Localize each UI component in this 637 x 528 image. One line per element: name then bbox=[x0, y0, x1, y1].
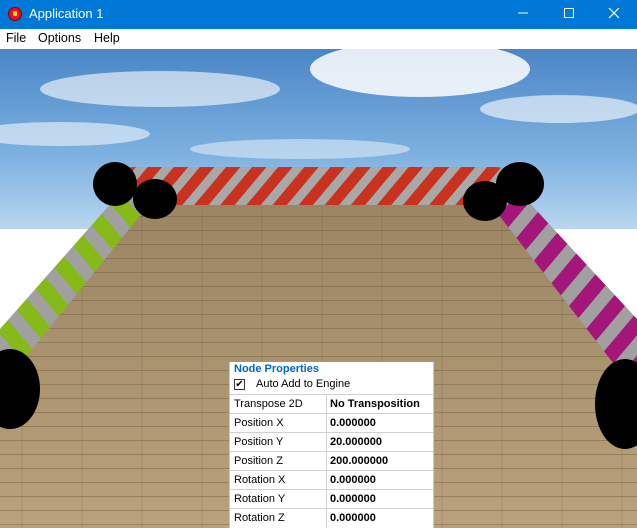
property-value[interactable]: 20.000000 bbox=[330, 436, 382, 448]
maximize-button[interactable] bbox=[546, 0, 592, 29]
node-properties-panel: Node Properties ✔ Auto Add to Engine Tra… bbox=[229, 362, 434, 528]
cloud bbox=[190, 139, 410, 159]
property-row[interactable]: Rotation Y 0.000000 bbox=[230, 489, 433, 509]
property-name: Position X bbox=[234, 417, 284, 429]
row-divider bbox=[326, 471, 327, 490]
property-name: Rotation X bbox=[234, 474, 286, 486]
property-name: Position Z bbox=[234, 455, 283, 467]
close-button[interactable] bbox=[591, 0, 637, 29]
window-title: Application 1 bbox=[29, 6, 104, 21]
property-row[interactable]: Rotation X 0.000000 bbox=[230, 470, 433, 490]
minimize-button[interactable] bbox=[500, 0, 546, 29]
cloud bbox=[40, 71, 280, 107]
auto-add-checkbox[interactable]: ✔ bbox=[234, 379, 245, 390]
row-divider bbox=[326, 414, 327, 433]
close-icon bbox=[608, 7, 620, 19]
minimize-icon bbox=[518, 12, 528, 14]
maximize-icon bbox=[564, 8, 574, 18]
property-value[interactable]: 0.000000 bbox=[330, 512, 376, 524]
row-divider bbox=[326, 433, 327, 452]
property-value[interactable]: 0.000000 bbox=[330, 493, 376, 505]
property-name: Position Y bbox=[234, 436, 284, 448]
menu-file[interactable]: File bbox=[6, 31, 26, 45]
property-name: Rotation Y bbox=[234, 493, 286, 505]
panel-title: Node Properties bbox=[234, 363, 319, 375]
property-row[interactable]: Transpose 2D No Transposition bbox=[230, 394, 433, 414]
app-icon bbox=[8, 7, 22, 21]
corner-joint bbox=[463, 181, 507, 221]
menu-help[interactable]: Help bbox=[94, 31, 120, 45]
auto-add-label: Auto Add to Engine bbox=[256, 378, 351, 390]
property-row[interactable]: Position Z 200.000000 bbox=[230, 451, 433, 471]
menu-bar: File Options Help bbox=[0, 29, 637, 49]
row-divider bbox=[326, 452, 327, 471]
property-row[interactable]: Rotation Z 0.000000 bbox=[230, 508, 433, 528]
property-value[interactable]: 0.000000 bbox=[330, 417, 376, 429]
property-value[interactable]: No Transposition bbox=[330, 398, 420, 410]
row-divider bbox=[326, 395, 327, 414]
property-name: Transpose 2D bbox=[234, 398, 303, 410]
property-name: Rotation Z bbox=[234, 512, 285, 524]
row-divider bbox=[326, 509, 327, 528]
property-row[interactable]: Position Y 20.000000 bbox=[230, 432, 433, 452]
menu-options[interactable]: Options bbox=[38, 31, 81, 45]
corner-joint bbox=[93, 162, 137, 206]
cloud bbox=[480, 95, 637, 123]
property-row[interactable]: Position X 0.000000 bbox=[230, 413, 433, 433]
property-value[interactable]: 200.000000 bbox=[330, 455, 388, 467]
title-bar[interactable]: Application 1 bbox=[0, 0, 637, 29]
row-divider bbox=[326, 490, 327, 509]
property-value[interactable]: 0.000000 bbox=[330, 474, 376, 486]
corner-joint bbox=[133, 179, 177, 219]
